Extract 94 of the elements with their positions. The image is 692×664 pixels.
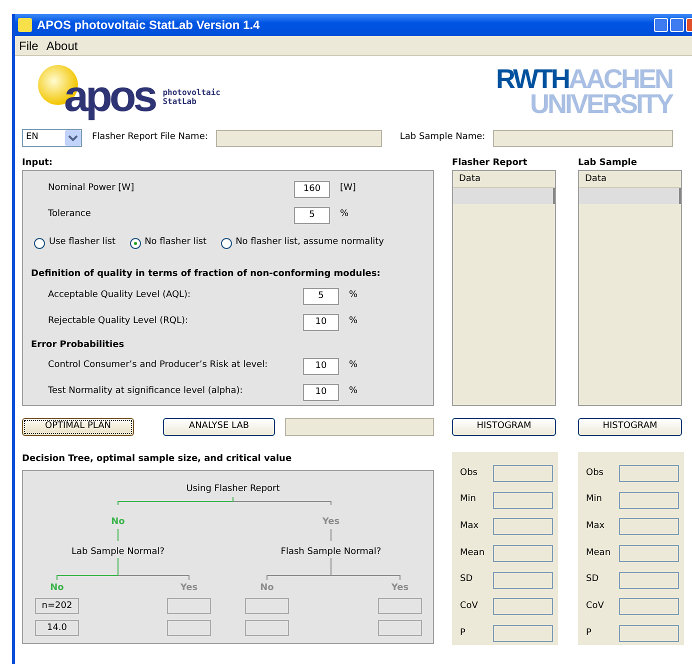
app-icon — [18, 18, 32, 32]
stat-field — [619, 518, 679, 536]
stat-label: Obs — [460, 466, 478, 480]
stat-field — [493, 464, 553, 482]
stat-field — [493, 492, 553, 509]
section-title: Lab Sample — [578, 157, 638, 170]
action-button[interactable]: OPTIMAL PLAN — [22, 418, 134, 436]
stat-field — [493, 598, 553, 616]
stat-label: Max — [460, 520, 479, 533]
unit-label: % — [349, 359, 358, 372]
field-label: Flasher Report File Name: — [92, 131, 208, 144]
university-logo-text: AACHEN — [568, 67, 672, 92]
number-field[interactable]: 10 — [303, 384, 339, 400]
result-field — [245, 620, 289, 636]
tree-question: Lab Sample Normal? — [71, 546, 165, 558]
stat-field — [619, 464, 679, 482]
menu-item[interactable]: File — [15, 38, 42, 52]
stat-label: Mean — [460, 546, 485, 560]
stat-label: Min — [460, 493, 476, 506]
unit-label: % — [349, 289, 358, 302]
stat-field — [493, 624, 553, 642]
section-heading: Definition of quality in terms of fraction of non-conforming modules: — [31, 269, 382, 281]
field-label: Tolerance — [48, 208, 92, 222]
tree-question: Using Flasher Report — [186, 483, 280, 495]
stat-label: CoV — [460, 600, 478, 614]
number-field[interactable]: 160 — [294, 180, 330, 198]
logo-tagline: StatLab — [162, 97, 196, 107]
result-field — [167, 620, 211, 636]
result-field — [378, 598, 422, 614]
action-button[interactable]: ANALYSE LAB — [163, 418, 275, 436]
field-label: Test Normality at significance level (alpha): — [48, 385, 244, 398]
stat-field — [493, 572, 553, 589]
stat-label: P — [586, 626, 592, 640]
tree-question: Flash Sample Normal? — [280, 546, 382, 558]
stat-field — [493, 544, 553, 562]
stat-field — [493, 518, 553, 536]
number-field[interactable]: 5 — [294, 206, 330, 224]
unit-label: % — [349, 385, 358, 398]
result-field: n=202 — [35, 598, 79, 614]
stat-field — [619, 624, 679, 642]
minimize-button[interactable] — [654, 18, 668, 32]
stat-label: Max — [586, 520, 605, 533]
result-field — [378, 620, 422, 636]
section-title: Flasher Report — [452, 157, 528, 170]
unit-label: % — [349, 315, 358, 328]
field-label: Nominal Power [W] — [48, 182, 136, 196]
number-field[interactable]: 5 — [303, 288, 339, 304]
logo-wordmark: apos — [64, 75, 155, 119]
field-label: Lab Sample Name: — [400, 131, 486, 144]
text-field[interactable] — [216, 130, 382, 146]
number-field[interactable]: 10 — [303, 358, 339, 374]
section-heading: Error Probabilities — [31, 340, 126, 352]
caret-icon[interactable] — [65, 130, 81, 146]
radio-option[interactable]: No flasher list — [130, 236, 207, 250]
number-field[interactable]: 10 — [303, 314, 339, 330]
branch-label: No — [50, 582, 64, 594]
menu-item[interactable]: About — [42, 38, 82, 52]
stat-label: P — [460, 626, 466, 640]
maximize-button[interactable] — [670, 18, 684, 32]
stat-field — [619, 572, 679, 589]
stat-label: CoV — [586, 600, 604, 614]
stat-field — [619, 598, 679, 616]
section-title: Input: — [22, 157, 54, 170]
radio-option[interactable]: Use flasher list — [34, 236, 116, 250]
stat-label: Mean — [586, 546, 611, 560]
result-field — [245, 598, 289, 614]
branch-label: Yes — [391, 582, 409, 594]
branch-label: No — [111, 516, 125, 528]
stat-field — [619, 544, 679, 562]
unit-label: % — [340, 208, 349, 222]
window-title: APOS photovoltaic StatLab Version 1.4 — [37, 18, 260, 32]
result-field: 14.0 — [35, 620, 79, 636]
stat-label: Obs — [586, 466, 604, 480]
logo-tagline: photovoltaic — [162, 88, 220, 98]
unit-label: [W] — [340, 182, 356, 196]
radio-option[interactable]: No flasher list, assume normality — [220, 236, 384, 250]
stat-label: Min — [586, 493, 602, 506]
branch-label: Yes — [322, 516, 340, 528]
field-label: Rejectable Quality Level (RQL): — [48, 315, 190, 328]
university-logo-text: UNIVERSITY — [530, 92, 672, 117]
histogram-button[interactable]: HISTOGRAM — [452, 418, 556, 436]
text-field[interactable] — [493, 130, 674, 146]
histogram-button[interactable]: HISTOGRAM — [578, 418, 682, 436]
stat-label: SD — [460, 573, 473, 586]
stat-field — [619, 492, 679, 509]
field-label: Acceptable Quality Level (AQL): — [48, 289, 192, 302]
field-label: Control Consumer’s and Producer’s Risk at level: — [48, 359, 269, 372]
result-field — [167, 598, 211, 614]
stat-label: SD — [586, 573, 599, 586]
university-logo-text: RWTH — [496, 67, 568, 92]
language-select[interactable]: EN — [22, 129, 82, 147]
section-title: Decision Tree, optimal sample size, and critical value — [22, 453, 293, 466]
branch-label: No — [260, 582, 274, 594]
branch-label: Yes — [180, 582, 198, 594]
